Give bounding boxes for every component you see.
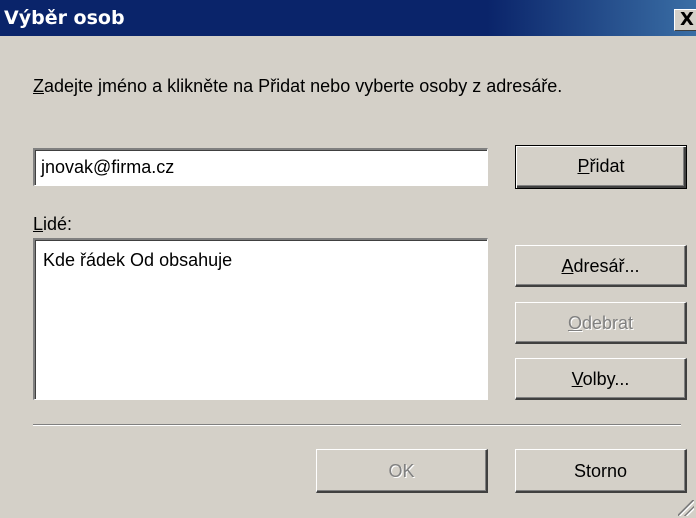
people-label-mnemonic: L	[33, 214, 44, 234]
options-button-mnemonic: V	[571, 369, 583, 389]
address-book-mnemonic: A	[561, 256, 574, 276]
cancel-button[interactable]: Storno	[515, 449, 687, 493]
window-title: Výběr osob	[4, 7, 125, 29]
ok-button[interactable]: OK	[316, 449, 488, 493]
select-people-dialog: Výběr osob X Zadejte jméno a klikněte na…	[0, 0, 696, 518]
options-button-label: olby...	[582, 369, 630, 389]
close-icon[interactable]: X	[674, 9, 696, 31]
options-button[interactable]: Volby...	[515, 358, 687, 400]
address-book-label: dresář...	[573, 256, 640, 276]
instruction-text: Zadejte jméno a klikněte na Přidat nebo …	[33, 76, 562, 97]
name-input[interactable]: jnovak@firma.cz	[33, 148, 488, 186]
add-button-label: řidat	[589, 156, 625, 176]
add-button[interactable]: Přidat	[515, 145, 687, 189]
address-book-button[interactable]: Adresář...	[515, 245, 687, 287]
add-button-mnemonic: P	[577, 156, 590, 176]
separator-line	[33, 424, 681, 426]
title-bar[interactable]: Výběr osob X	[0, 0, 696, 36]
instruction-mnemonic: Z	[33, 76, 44, 96]
people-label: Lidé:	[33, 214, 72, 235]
instruction-rest: adejte jméno a klikněte na Přidat nebo v…	[44, 76, 563, 96]
list-item[interactable]: Kde řádek Od obsahuje	[43, 250, 232, 271]
remove-button-label: debrat	[581, 313, 634, 333]
remove-button[interactable]: Odebrat	[515, 302, 687, 344]
people-list[interactable]: Kde řádek Od obsahuje	[33, 238, 488, 400]
people-label-rest: idé:	[43, 214, 73, 234]
resize-grip-icon[interactable]	[678, 500, 694, 516]
remove-button-mnemonic: O	[567, 313, 582, 333]
